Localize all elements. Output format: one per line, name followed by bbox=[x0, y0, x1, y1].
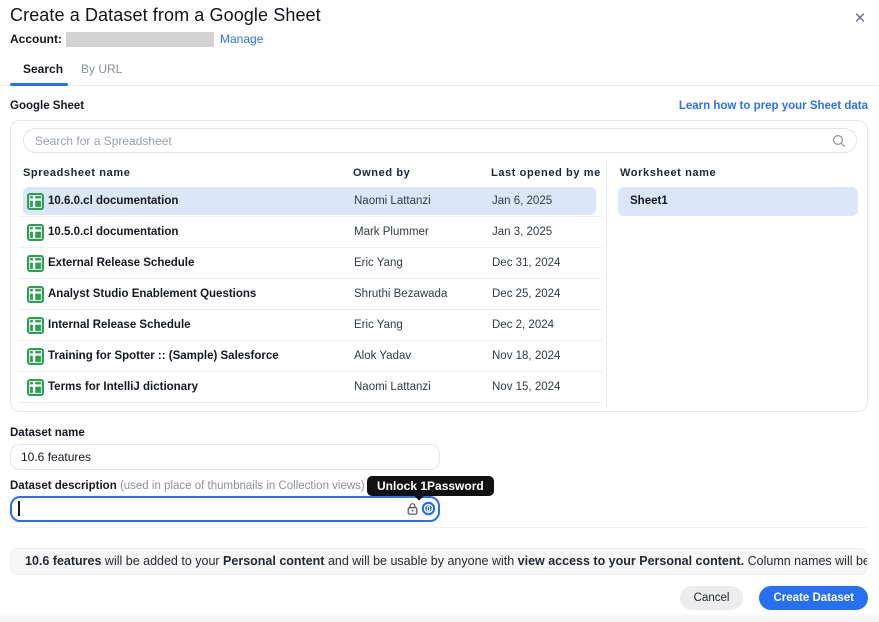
dataset-description-hint: (used in place of thumbnails in Collecti… bbox=[120, 480, 365, 492]
owner-name: Alok Yadav bbox=[354, 350, 411, 362]
account-row: Account: Manage bbox=[10, 31, 263, 47]
close-icon[interactable]: ✕ bbox=[851, 10, 869, 28]
google-sheet-icon bbox=[27, 193, 44, 210]
dataset-description-label-text: Dataset description bbox=[10, 480, 117, 492]
google-sheet-icon bbox=[27, 255, 44, 272]
owner-name: Shruthi Bezawada bbox=[354, 288, 447, 300]
table-row[interactable]: Training for Spotter :: (Sample) Salesfo… bbox=[18, 341, 602, 372]
spreadsheet-name: Terms for IntelliJ dictionary bbox=[48, 381, 198, 393]
last-opened-date: Nov 15, 2024 bbox=[492, 381, 560, 393]
last-opened-date: Dec 25, 2024 bbox=[492, 288, 560, 300]
spreadsheet-name: External Release Schedule bbox=[48, 257, 194, 269]
spreadsheet-name: Training for Spotter :: (Sample) Salesfo… bbox=[48, 350, 279, 362]
dataset-name-input[interactable] bbox=[10, 444, 440, 470]
last-opened-date: Nov 18, 2024 bbox=[492, 350, 560, 362]
dataset-summary-banner: 10.6 features will be added to your Pers… bbox=[10, 548, 868, 575]
spreadsheet-name: 10.6.0.cl documentation bbox=[48, 195, 178, 207]
create-dataset-dialog: Create a Dataset from a Google Sheet ✕ A… bbox=[0, 0, 879, 622]
dataset-description-input[interactable] bbox=[10, 496, 440, 522]
spreadsheet-name: Analyst Studio Enablement Questions bbox=[48, 288, 256, 300]
onepassword-tooltip-text: Unlock 1Password bbox=[377, 479, 484, 493]
section-divider bbox=[10, 527, 868, 528]
summary-text-part: Personal content bbox=[223, 554, 324, 568]
last-opened-date: Jan 3, 2025 bbox=[492, 226, 552, 238]
google-sheet-icon bbox=[27, 286, 44, 303]
spreadsheet-name: 10.5.0.cl documentation bbox=[48, 226, 178, 238]
spreadsheet-name: Internal Release Schedule bbox=[48, 319, 191, 331]
manage-account-link[interactable]: Manage bbox=[220, 32, 263, 46]
spreadsheet-rows: 10.6.0.cl documentation Naomi Lattanzi Jan… bbox=[11, 121, 606, 413]
onepassword-tooltip[interactable]: Unlock 1Password bbox=[367, 476, 494, 496]
lock-icon[interactable] bbox=[406, 502, 419, 521]
page-title: Create a Dataset from a Google Sheet bbox=[10, 5, 321, 26]
last-opened-date: Jan 6, 2025 bbox=[492, 195, 552, 207]
dataset-name-label: Dataset name bbox=[10, 427, 85, 439]
summary-text-part: view access to your Personal content. bbox=[518, 554, 744, 568]
account-value-redacted bbox=[66, 32, 214, 47]
google-sheet-icon bbox=[27, 224, 44, 241]
worksheet-item[interactable]: Sheet1 bbox=[618, 187, 858, 216]
column-header-worksheet-name: Worksheet name bbox=[620, 167, 716, 179]
last-opened-date: Dec 31, 2024 bbox=[492, 257, 560, 269]
panel-vertical-divider bbox=[606, 161, 607, 407]
footer-buttons: Cancel Create Dataset bbox=[680, 586, 868, 610]
owner-name: Eric Yang bbox=[354, 319, 403, 331]
prep-sheet-data-link[interactable]: Learn how to prep your Sheet data bbox=[679, 100, 868, 112]
summary-text-part: will be added to your bbox=[101, 554, 223, 568]
cancel-button[interactable]: Cancel bbox=[680, 586, 744, 610]
tab-bar: Search By URL bbox=[0, 60, 879, 86]
owner-name: Naomi Lattanzi bbox=[354, 381, 431, 393]
onepassword-icon[interactable] bbox=[421, 501, 436, 521]
google-sheet-icon bbox=[27, 317, 44, 334]
create-dataset-button[interactable]: Create Dataset bbox=[759, 586, 868, 610]
search-icon bbox=[832, 134, 846, 153]
summary-text-part: 10.6 features bbox=[25, 554, 101, 568]
owner-name: Naomi Lattanzi bbox=[354, 195, 431, 207]
tab-by-url[interactable]: By URL bbox=[81, 62, 122, 76]
active-tab-underline bbox=[10, 83, 68, 86]
account-label: Account: bbox=[10, 32, 62, 46]
owner-name: Mark Plummer bbox=[354, 226, 429, 238]
google-sheet-icon bbox=[27, 348, 44, 365]
owner-name: Eric Yang bbox=[354, 257, 403, 269]
description-field-icons bbox=[406, 501, 436, 521]
table-row[interactable]: External Release Schedule Eric Yang Dec 31… bbox=[18, 248, 602, 279]
spreadsheet-picker-panel: Spreadsheet name Owned by Last opened by… bbox=[10, 120, 868, 412]
summary-text-part: and will be usable by anyone with bbox=[324, 554, 517, 568]
google-sheet-icon bbox=[27, 379, 44, 396]
table-row[interactable]: Terms for IntelliJ dictionary Naomi Latta… bbox=[18, 372, 602, 403]
summary-text-part: Column names will be auto-generated from… bbox=[744, 554, 868, 568]
tab-search[interactable]: Search bbox=[23, 62, 63, 76]
table-row[interactable]: Analyst Studio Enablement Questions Shrut… bbox=[18, 279, 602, 310]
google-sheet-label: Google Sheet bbox=[10, 100, 84, 112]
last-opened-date: Dec 2, 2024 bbox=[492, 319, 554, 331]
table-row[interactable]: 10.5.0.cl documentation Mark Plummer Jan 3… bbox=[18, 217, 602, 248]
dataset-description-hint-text: (used in place of thumbnails in Collecti… bbox=[120, 480, 365, 492]
text-caret bbox=[18, 501, 20, 516]
table-row[interactable]: 10.6.0.cl documentation Naomi Lattanzi Jan… bbox=[18, 186, 602, 217]
bottom-shadow bbox=[0, 612, 879, 622]
dataset-description-label: Dataset description (used in place of th… bbox=[10, 480, 365, 492]
table-row[interactable]: Internal Release Schedule Eric Yang Dec 2,… bbox=[18, 310, 602, 341]
